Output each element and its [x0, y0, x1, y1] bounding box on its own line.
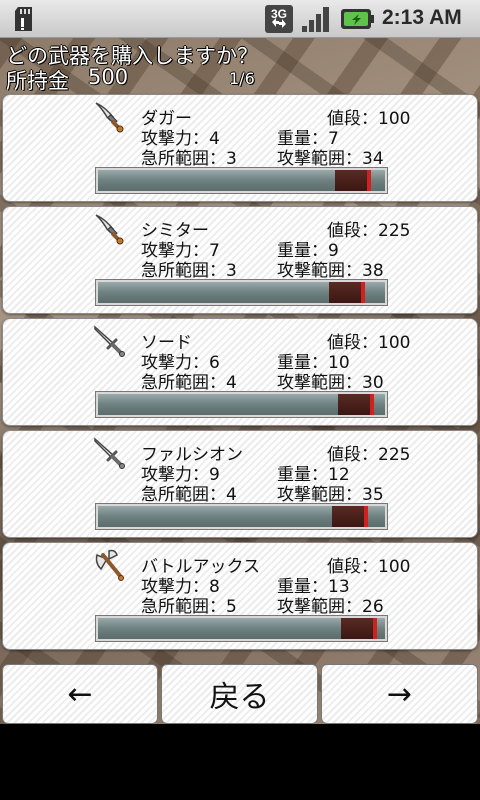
network-3g-icon: 3G	[265, 5, 293, 33]
sword-icon	[94, 325, 125, 357]
weapon-critical-range: 急所範囲：4	[141, 485, 237, 505]
gauge-marker	[340, 618, 377, 639]
weapon-card-sword[interactable]: ソード 値段：100 攻撃力：6 重量：10 急所範囲：4 攻撃範囲：30	[2, 318, 478, 426]
weapon-attack-range: 攻撃範囲：38	[277, 261, 384, 281]
screen-bottom-area	[0, 724, 480, 800]
weapon-price: 値段：100	[327, 109, 411, 129]
scimitar-icon	[95, 214, 124, 245]
signal-strength-icon	[302, 7, 329, 32]
money-label: 所持金	[6, 69, 69, 93]
weapon-attack-range: 攻撃範囲：34	[277, 149, 384, 169]
attack-range-gauge	[95, 279, 388, 306]
weapon-critical-range: 急所範囲：3	[141, 261, 237, 281]
weapon-card-battle-axe[interactable]: バトルアックス 値段：100 攻撃力：8 重量：13 急所範囲：5 攻撃範囲：2…	[2, 542, 478, 650]
sword-icon	[94, 437, 125, 469]
weapon-card-scimitar[interactable]: シミター 値段：225 攻撃力：7 重量：9 急所範囲：3 攻撃範囲：38	[2, 206, 478, 314]
weapon-critical-range: 急所範囲：3	[141, 149, 237, 169]
weapon-critical-range: 急所範囲：5	[141, 597, 237, 617]
attack-range-gauge	[95, 615, 388, 642]
clock: 2:13 AM	[382, 6, 462, 29]
attack-range-gauge	[95, 167, 388, 194]
shop-header: どの武器を購入しますか？ 所持金 500 1/6	[0, 38, 480, 93]
weapon-card-dagger[interactable]: ダガー 値段：100 攻撃力：4 重量：7 急所範囲：3 攻撃範囲：34	[2, 94, 478, 202]
status-bar: 3G 2:13 AM	[0, 0, 480, 38]
battery-charging-icon	[341, 9, 374, 29]
dagger-icon	[95, 102, 124, 133]
page-indicator: 1/6	[229, 69, 255, 88]
weapon-attack-range: 攻撃範囲：30	[277, 373, 384, 393]
back-button[interactable]: 戻る	[161, 664, 318, 724]
gauge-marker	[332, 506, 369, 527]
gauge-marker	[337, 394, 374, 415]
weapon-attack-range: 攻撃範囲：26	[277, 597, 384, 617]
weapon-card-falchion[interactable]: ファルシオン 値段：225 攻撃力：9 重量：12 急所範囲：4 攻撃範囲：35	[2, 430, 478, 538]
battle-axe-icon	[95, 549, 124, 581]
weapon-attack-range: 攻撃範囲：35	[277, 485, 384, 505]
next-page-button[interactable]: →	[321, 664, 478, 724]
gauge-marker	[329, 282, 366, 303]
previous-page-button[interactable]: ←	[2, 664, 158, 724]
attack-range-gauge	[95, 391, 388, 418]
network-type-label: 3G	[271, 7, 287, 21]
gauge-marker	[335, 170, 372, 191]
money-value: 500	[88, 65, 129, 89]
weapon-price: 値段：225	[327, 221, 411, 241]
weapon-critical-range: 急所範囲：4	[141, 373, 237, 393]
attack-range-gauge	[95, 503, 388, 530]
sd-card-icon	[15, 7, 32, 31]
